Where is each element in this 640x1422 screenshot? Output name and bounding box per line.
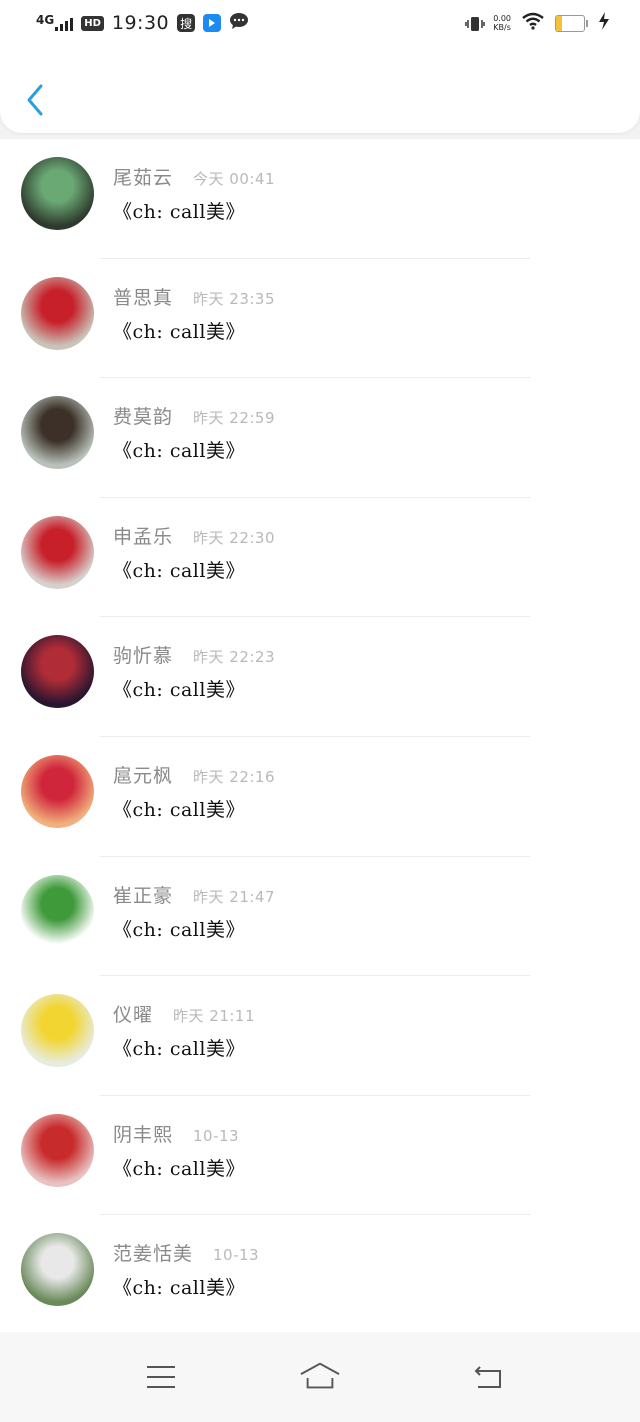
net-speed-value: 0.00: [493, 14, 511, 23]
contact-name: 普思真: [113, 286, 174, 309]
message-preview: 《ch: call美》: [113, 918, 245, 941]
chat-list-item[interactable]: 崔正豪 昨天 21:47 《ch: call美》: [0, 857, 640, 977]
name-row: 崔正豪 昨天 21:47: [113, 881, 275, 908]
top-app-bar: 4G HD 19:30 搜 0.00 KB/s 23: [0, 0, 640, 133]
message-preview: 《ch: call美》: [113, 1157, 245, 1180]
chat-list-item[interactable]: 普思真 昨天 23:35 《ch: call美》: [0, 259, 640, 379]
avatar[interactable]: [21, 1113, 94, 1187]
message-time: 昨天 22:16: [193, 767, 276, 786]
notification-app-icon: [203, 14, 222, 32]
charging-bolt-icon: [598, 12, 610, 34]
hd-badge: HD: [81, 15, 104, 31]
signal-indicator: 4G: [36, 13, 74, 31]
message-preview: 《ch: call美》: [113, 320, 245, 343]
contact-name: 阴丰熙: [113, 1123, 174, 1146]
avatar[interactable]: [21, 157, 94, 230]
message-preview: 《ch: call美》: [113, 1277, 245, 1300]
sogou-search-icon: 搜: [177, 14, 196, 32]
contact-name: 尾茹云: [113, 167, 174, 189]
contact-name: 扈元枫: [113, 764, 174, 787]
name-row: 阴丰熙 10-13: [113, 1120, 239, 1147]
back-button[interactable]: [18, 80, 52, 120]
message-preview: 《ch: call美》: [113, 559, 245, 582]
chat-list-item[interactable]: 尾茹云 今天 00:41 《ch: call美》: [0, 139, 640, 259]
message-time: 昨天 23:35: [193, 289, 276, 308]
chat-list-item[interactable]: 扈元枫 昨天 22:16 《ch: call美》: [0, 737, 640, 857]
message-time: 10-13: [193, 1126, 240, 1145]
network-type: 4G: [36, 13, 55, 27]
network-speed: 0.00 KB/s: [493, 14, 511, 32]
message-time: 昨天 22:30: [193, 528, 276, 547]
status-bar: 4G HD 19:30 搜 0.00 KB/s 23: [0, 0, 640, 50]
message-preview: 《ch: call美》: [113, 798, 245, 821]
signal-bars-icon: [55, 15, 74, 31]
contact-name: 范姜恬美: [113, 1243, 194, 1266]
message-preview: 《ch: call美》: [113, 679, 245, 702]
home-button[interactable]: [300, 1362, 340, 1392]
name-row: 驹忻慕 昨天 22:23: [113, 641, 275, 668]
status-bar-left: 4G HD 19:30 搜: [36, 12, 249, 34]
chat-list-item[interactable]: 阴丰熙 10-13 《ch: call美》: [0, 1096, 640, 1216]
menu-icon: [147, 1366, 175, 1388]
status-bar-right: 0.00 KB/s 23: [465, 12, 610, 34]
net-speed-unit: KB/s: [493, 23, 511, 32]
avatar[interactable]: [21, 276, 94, 350]
message-time: 昨天 22:23: [193, 648, 276, 667]
name-row: 费莫韵 昨天 22:59: [113, 402, 275, 429]
avatar[interactable]: [21, 635, 94, 709]
message-preview: 《ch: call美》: [113, 1038, 245, 1061]
menu-button[interactable]: [141, 1362, 181, 1392]
avatar[interactable]: [21, 1233, 94, 1307]
message-list: 尾茹云 今天 00:41 《ch: call美》 普思真 昨天 23:35 《ch: ca…: [0, 139, 640, 1335]
chat-bubble-icon: [229, 12, 249, 34]
avatar[interactable]: [21, 515, 94, 589]
name-row: 申孟乐 昨天 22:30: [113, 522, 275, 549]
message-time: 昨天 21:47: [193, 887, 276, 906]
contact-name: 驹忻慕: [113, 645, 174, 668]
chat-list-item[interactable]: 仪曜 昨天 21:11 《ch: call美》: [0, 976, 640, 1096]
name-row: 范姜恬美 10-13: [113, 1239, 259, 1266]
chat-list-item[interactable]: 费莫韵 昨天 22:59 《ch: call美》: [0, 378, 640, 498]
name-row: 普思真 昨天 23:35: [113, 283, 275, 310]
contact-name: 费莫韵: [113, 406, 174, 429]
name-row: 扈元枫 昨天 22:16: [113, 761, 275, 788]
back-nav-button[interactable]: [468, 1362, 508, 1392]
avatar[interactable]: [21, 994, 94, 1068]
message-time: 昨天 22:59: [193, 409, 276, 428]
message-time: 昨天 21:11: [173, 1007, 256, 1026]
avatar[interactable]: [21, 754, 94, 828]
avatar[interactable]: [21, 874, 94, 948]
chat-list-item[interactable]: 申孟乐 昨天 22:30 《ch: call美》: [0, 498, 640, 618]
vibrate-icon: [465, 14, 485, 32]
avatar[interactable]: [21, 396, 94, 470]
clock: 19:30: [111, 12, 170, 34]
contact-name: 仪曜: [113, 1004, 154, 1027]
name-row: 尾茹云 今天 00:41: [113, 163, 275, 190]
wifi-icon: [521, 12, 545, 34]
message-preview: 《ch: call美》: [113, 440, 245, 463]
message-time: 10-13: [213, 1246, 260, 1265]
message-time: 今天 00:41: [193, 170, 276, 188]
contact-name: 崔正豪: [113, 884, 174, 907]
contact-name: 申孟乐: [113, 525, 174, 548]
system-navigation-bar: [0, 1332, 640, 1422]
battery-icon: 23: [555, 14, 588, 32]
home-icon: [300, 1362, 340, 1389]
battery-level: 23: [563, 17, 577, 29]
return-icon: [474, 1366, 501, 1388]
name-row: 仪曜 昨天 21:11: [113, 1000, 255, 1027]
chat-list-item[interactable]: 范姜恬美 10-13 《ch: call美》: [0, 1215, 640, 1335]
chat-list-item[interactable]: 驹忻慕 昨天 22:23 《ch: call美》: [0, 617, 640, 737]
chevron-left-icon: [27, 84, 43, 116]
message-preview: 《ch: call美》: [113, 201, 245, 223]
